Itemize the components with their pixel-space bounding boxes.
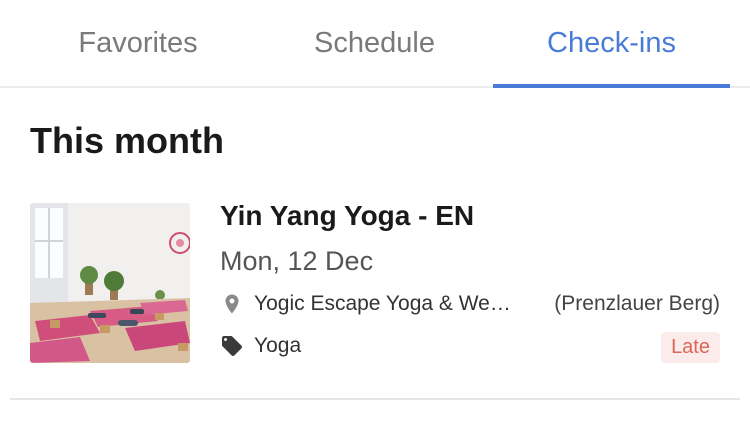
status-badge: Late: [661, 332, 720, 363]
tab-check-ins[interactable]: Check-ins: [493, 0, 730, 88]
class-name: Yin Yang Yoga - EN: [220, 200, 475, 231]
tab-schedule[interactable]: Schedule: [256, 0, 493, 86]
class-thumbnail: [30, 203, 190, 363]
venue-area: (Prenzlauer Berg): [554, 292, 720, 315]
tag-icon: [220, 334, 244, 358]
tab-favorites[interactable]: Favorites: [20, 0, 256, 86]
venue-name[interactable]: Yogic Escape Yoga & Wellness: [254, 292, 514, 316]
category-label: Yoga: [254, 334, 302, 357]
checkin-card[interactable]: Yin Yang Yoga - EN Mon, 12 Dec Yogic Esc…: [10, 186, 740, 400]
location-row: Yogic Escape Yoga & Wellness (Prenzlauer…: [220, 292, 720, 316]
category-row: Yoga: [220, 334, 301, 358]
class-date: Mon, 12 Dec: [220, 246, 374, 276]
tab-bar: Favorites Schedule Check-ins: [0, 0, 750, 88]
location-pin-icon: [220, 292, 244, 316]
section-title: This month: [30, 120, 224, 161]
